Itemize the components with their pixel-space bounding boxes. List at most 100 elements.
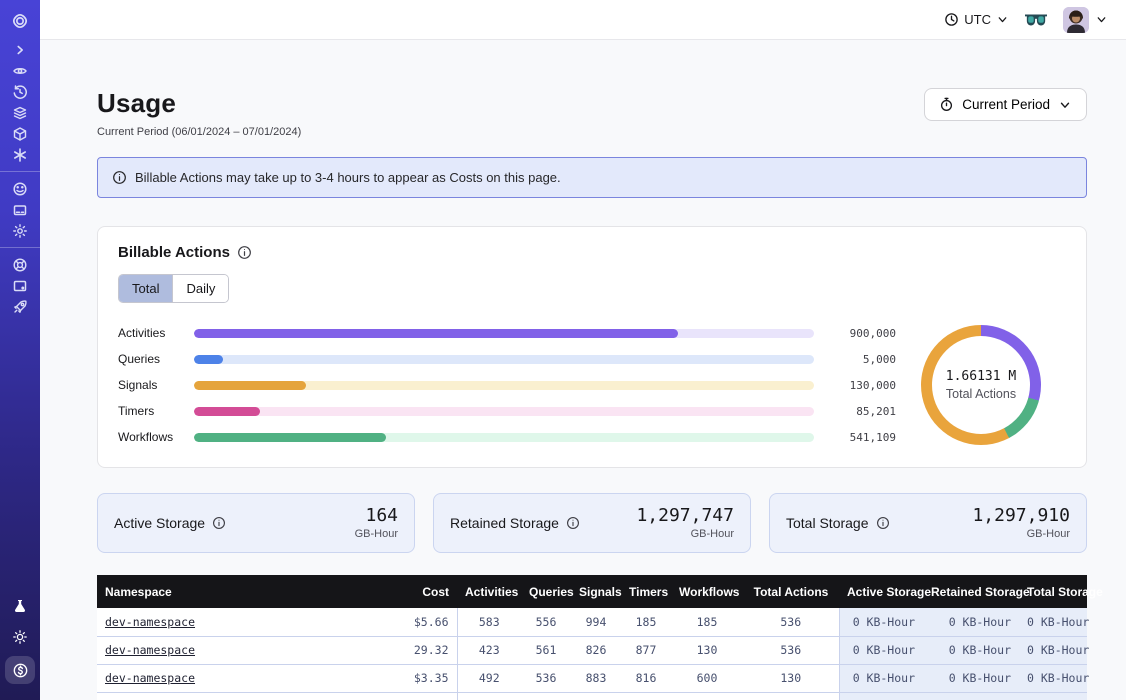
cell	[521, 692, 571, 700]
table-header: NamespaceCostActivitiesQueriesSignalsTim…	[97, 575, 1087, 608]
bar-label: Signals	[118, 378, 194, 392]
chevron-down-icon	[996, 13, 1009, 26]
namespace-usage-table: NamespaceCostActivitiesQueriesSignalsTim…	[97, 575, 1087, 700]
total-storage-label: Total Storage	[786, 515, 869, 531]
column-header-total-storage: Total Storage	[1019, 575, 1087, 608]
terminal-icon[interactable]	[6, 275, 34, 296]
cell: 29.32	[352, 636, 457, 664]
cell	[97, 692, 352, 700]
gauge-icon[interactable]	[6, 178, 34, 199]
bar-track	[194, 381, 814, 390]
temporal-logo-icon[interactable]	[6, 10, 34, 31]
retained-storage-unit: GB-Hour	[636, 528, 734, 540]
cell: 0 KB-Hour	[839, 664, 923, 692]
layers-icon[interactable]	[6, 102, 34, 123]
bar-track	[194, 329, 814, 338]
info-icon[interactable]	[212, 516, 226, 530]
info-icon[interactable]	[566, 516, 580, 530]
cell: 0 KB-Hour	[1019, 608, 1087, 636]
asterisk-icon[interactable]	[6, 144, 34, 165]
timezone-label: UTC	[964, 12, 991, 27]
timezone-selector[interactable]: UTC	[944, 12, 1009, 27]
total-daily-tabs: Total Daily	[118, 274, 229, 303]
tab-total[interactable]: Total	[119, 275, 172, 302]
period-selector-button[interactable]: Current Period	[924, 88, 1087, 121]
cell	[671, 692, 743, 700]
column-header-total-actions: Total Actions	[743, 575, 839, 608]
cell: $5.66	[352, 608, 457, 636]
bar-value: 85,201	[826, 405, 896, 418]
active-storage-value: 164	[355, 506, 398, 526]
cell: 600	[671, 664, 743, 692]
bar-row-queries: Queries 5,000	[118, 352, 896, 367]
rocket-icon[interactable]	[6, 296, 34, 317]
column-header-workflows: Workflows	[671, 575, 743, 608]
main-content: Usage Current Period (06/01/2024 – 07/01…	[40, 40, 1126, 700]
bar-label: Queries	[118, 352, 194, 366]
bar-value: 130,000	[826, 379, 896, 392]
sidebar-divider	[0, 171, 40, 172]
sidebar-divider	[0, 247, 40, 248]
table-row-partial	[97, 692, 1087, 700]
user-menu[interactable]	[1063, 7, 1108, 33]
tab-daily[interactable]: Daily	[172, 275, 228, 302]
cell: dev-namespace	[97, 608, 352, 636]
page-subtitle: Current Period (06/01/2024 – 07/01/2024)	[97, 126, 301, 138]
cell: 0 KB-Hour	[1019, 636, 1087, 664]
cell: 536	[743, 636, 839, 664]
cell: 826	[571, 636, 621, 664]
bar-row-activities: Activities900,000	[118, 326, 896, 341]
gear-icon[interactable]	[6, 220, 34, 241]
namespace-link[interactable]: dev-namespace	[105, 615, 195, 629]
total-actions-donut: 1.66131 M Total Actions	[921, 325, 1041, 445]
info-icon[interactable]	[237, 245, 252, 260]
total-storage-card: Total Storage 1,297,910 GB-Hour	[769, 493, 1087, 553]
active-storage-unit: GB-Hour	[355, 528, 398, 540]
period-selector-label: Current Period	[962, 97, 1050, 112]
history-icon[interactable]	[6, 81, 34, 102]
total-storage-value: 1,297,910	[972, 506, 1070, 526]
cell: 877	[621, 636, 671, 664]
info-icon	[112, 170, 127, 185]
cell	[839, 692, 923, 700]
eye-icon[interactable]	[6, 60, 34, 81]
cell: 536	[521, 664, 571, 692]
billable-bars: Activities900,000 Queries 5,000 Signals 130,…	[118, 326, 896, 445]
sidebar	[0, 0, 40, 700]
column-header-activities: Activities	[457, 575, 521, 608]
card-icon[interactable]	[6, 199, 34, 220]
clock-icon	[944, 12, 959, 27]
cell	[571, 692, 621, 700]
cell: 556	[521, 608, 571, 636]
cell: 185	[671, 608, 743, 636]
flask-icon[interactable]	[6, 595, 34, 616]
dollar-coin-icon[interactable]	[5, 656, 35, 684]
bar-value: 5,000	[826, 353, 896, 366]
column-header-signals: Signals	[571, 575, 621, 608]
cell: 0 KB-Hour	[923, 608, 1019, 636]
cube-icon[interactable]	[6, 123, 34, 144]
column-header-queries: Queries	[521, 575, 571, 608]
retained-storage-card: Retained Storage 1,297,747 GB-Hour	[433, 493, 751, 553]
chevron-right-icon[interactable]	[6, 39, 34, 60]
page-title: Usage	[97, 88, 301, 119]
billable-actions-card: Billable Actions Total Daily Activities9…	[97, 226, 1087, 468]
namespace-link[interactable]: dev-namespace	[105, 671, 195, 685]
lifebuoy-icon[interactable]	[6, 254, 34, 275]
active-storage-label: Active Storage	[114, 515, 205, 531]
glasses-icon[interactable]	[1025, 13, 1047, 27]
bar-fill	[194, 355, 223, 364]
donut-center-value: 1.66131 M	[946, 369, 1016, 384]
info-icon[interactable]	[876, 516, 890, 530]
bar-row-timers: Timers85,201	[118, 404, 896, 419]
cell: 423	[457, 636, 521, 664]
namespace-link[interactable]: dev-namespace	[105, 643, 195, 657]
cell	[352, 692, 457, 700]
cell: $3.35	[352, 664, 457, 692]
bar-track	[194, 355, 814, 364]
chevron-down-icon	[1095, 13, 1108, 26]
cell: 994	[571, 608, 621, 636]
sun-icon[interactable]	[6, 626, 34, 647]
top-header: UTC	[40, 0, 1126, 40]
bar-row-signals: Signals 130,000	[118, 378, 896, 393]
